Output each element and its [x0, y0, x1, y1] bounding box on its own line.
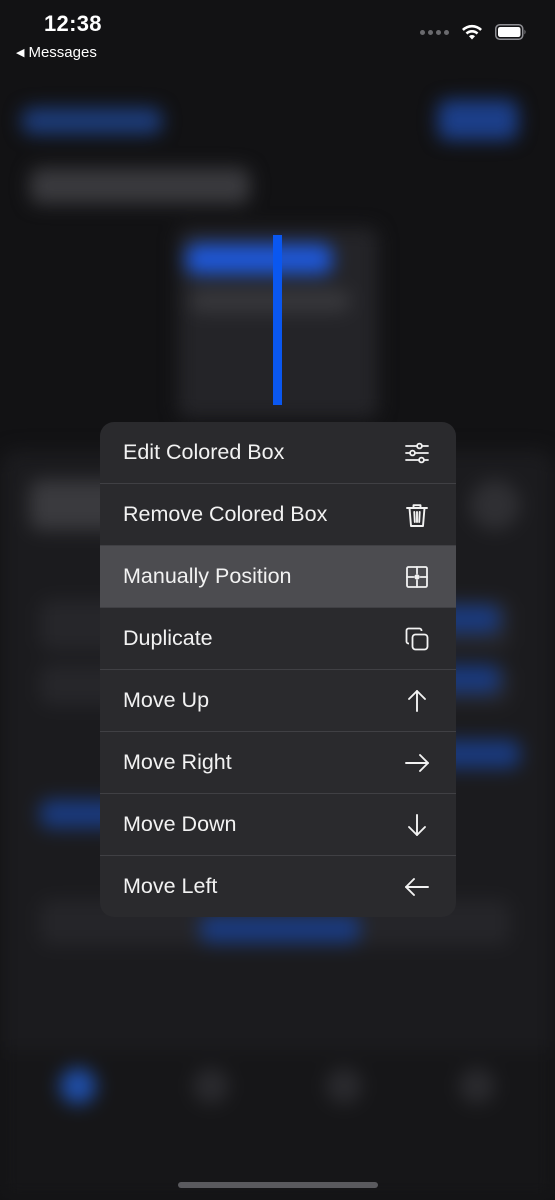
arrow-down-icon	[404, 812, 430, 838]
background-card-line	[190, 290, 350, 312]
menu-item-label: Duplicate	[123, 626, 213, 650]
menu-item-label: Move Left	[123, 874, 218, 898]
background-tab	[326, 1068, 362, 1104]
back-label: Messages	[28, 44, 97, 61]
menu-item-label: Remove Colored Box	[123, 502, 328, 526]
background-circle-button	[470, 480, 520, 530]
status-time: 12:38	[44, 11, 102, 36]
battery-icon	[495, 24, 526, 40]
menu-item-label: Edit Colored Box	[123, 440, 285, 464]
menu-item-label: Manually Position	[123, 564, 292, 588]
menu-item-move-left[interactable]: Move Left	[100, 856, 456, 917]
background-accent	[200, 915, 360, 943]
arrow-right-icon	[404, 750, 430, 776]
back-to-messages-link[interactable]: ◀ Messages	[16, 44, 97, 61]
duplicate-icon	[404, 626, 430, 652]
selected-colored-box	[273, 235, 282, 405]
menu-item-move-up[interactable]: Move Up	[100, 670, 456, 732]
arrow-left-icon	[404, 874, 430, 900]
menu-item-duplicate[interactable]: Duplicate	[100, 608, 456, 670]
menu-item-label: Move Down	[123, 812, 237, 836]
background-nav-left	[22, 108, 162, 134]
background-tab	[193, 1068, 229, 1104]
menu-item-move-right[interactable]: Move Right	[100, 732, 456, 794]
back-triangle-icon: ◀	[16, 47, 25, 59]
menu-item-label: Move Up	[123, 688, 210, 712]
background-title	[30, 168, 250, 204]
background-tab	[60, 1068, 96, 1104]
background-tab	[459, 1068, 495, 1104]
cellular-signal-icon	[420, 29, 449, 35]
menu-item-label: Move Right	[123, 750, 232, 774]
status-indicators	[420, 24, 527, 40]
trash-icon	[404, 502, 430, 528]
arrow-up-icon	[404, 688, 430, 714]
menu-item-edit-colored-box[interactable]: Edit Colored Box	[100, 422, 456, 484]
menu-item-manually-position[interactable]: Manually Position	[100, 546, 456, 608]
background-card-pill	[186, 244, 332, 274]
menu-item-remove-colored-box[interactable]: Remove Colored Box	[100, 484, 456, 546]
sliders-icon	[404, 440, 430, 466]
background-nav-right	[438, 100, 518, 140]
home-indicator[interactable]	[178, 1182, 378, 1188]
position-target-icon	[404, 564, 430, 590]
wifi-icon	[462, 24, 482, 40]
context-menu: Edit Colored Box Remove Colored Box Manu…	[100, 422, 456, 917]
menu-item-move-down[interactable]: Move Down	[100, 794, 456, 856]
